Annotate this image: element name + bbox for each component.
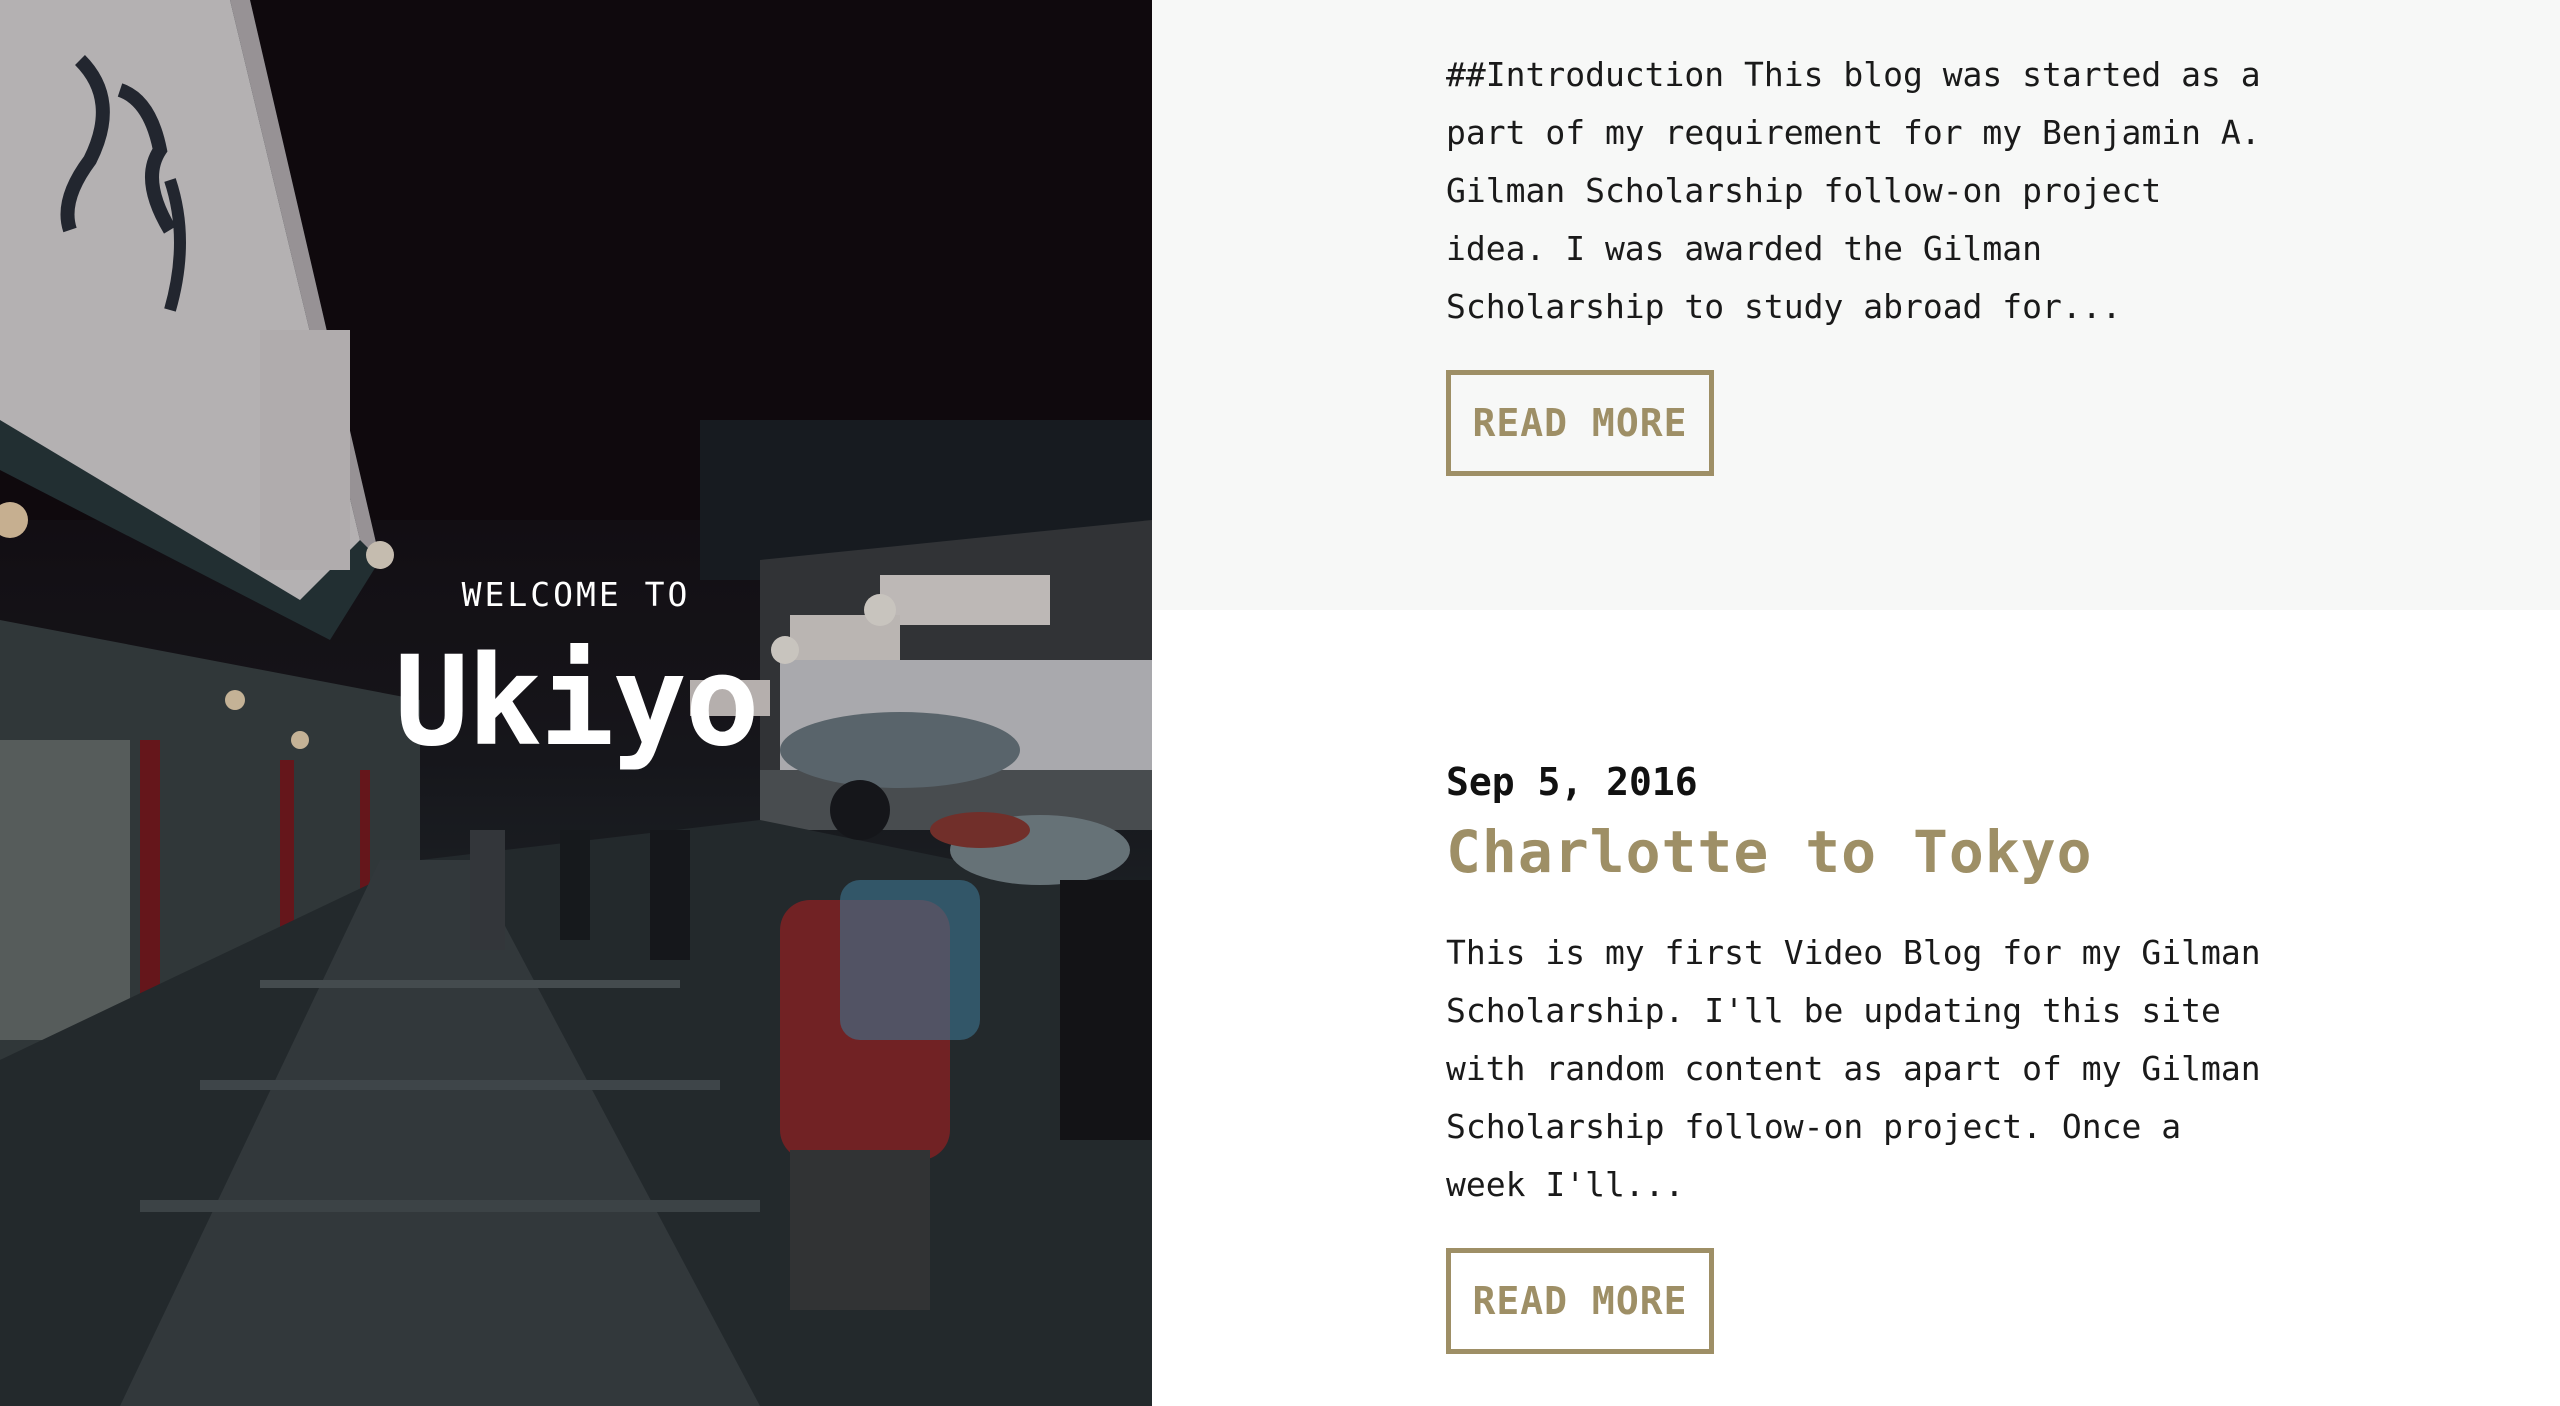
post-excerpt: This is my first Video Blog for my Gilma… <box>1446 933 2261 1204</box>
welcome-label: WELCOME TO <box>461 575 691 614</box>
hero-heading-group: WELCOME TO Ukiyo <box>0 575 1152 772</box>
post-title[interactable]: Charlotte to Tokyo <box>1446 818 2266 886</box>
post-content-1: ##Introduction This blog was started as … <box>1446 46 2266 476</box>
post-card-1: ##Introduction This blog was started as … <box>1152 0 2560 610</box>
post-excerpt: ##Introduction This blog was started as … <box>1446 55 2261 326</box>
post-card-2: Sep 5, 2016 Charlotte to Tokyo This is m… <box>1152 610 2560 1406</box>
read-more-button[interactable]: READ MORE <box>1446 370 1714 476</box>
post-content-2: Sep 5, 2016 Charlotte to Tokyo This is m… <box>1446 760 2266 1354</box>
read-more-button[interactable]: READ MORE <box>1446 1248 1714 1354</box>
post-date: Sep 5, 2016 <box>1446 760 1698 804</box>
site-title[interactable]: Ukiyo <box>0 632 1152 772</box>
hero-section: WELCOME TO Ukiyo <box>0 0 1152 1406</box>
